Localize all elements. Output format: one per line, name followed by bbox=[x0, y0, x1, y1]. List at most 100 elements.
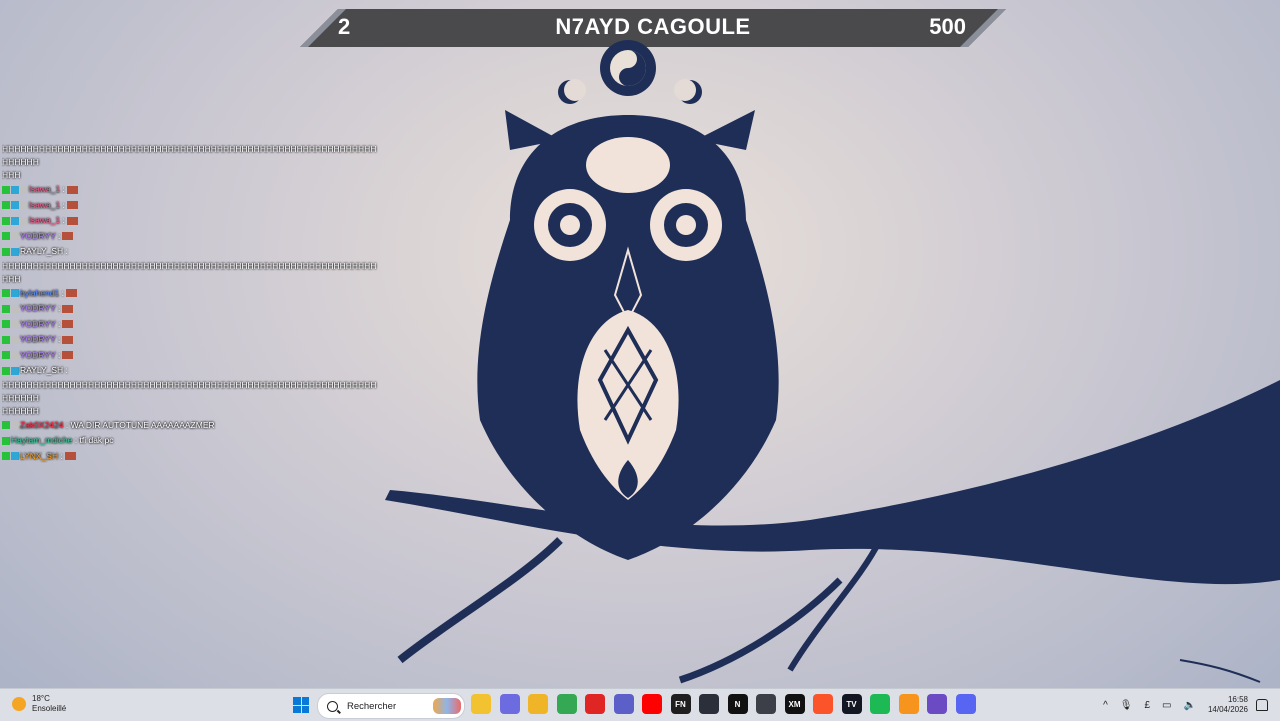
chat-message: lsawa_1 : bbox=[2, 198, 382, 214]
chat-username[interactable]: Zak0X2424 bbox=[20, 420, 63, 430]
chat-username[interactable]: bylahend1 bbox=[20, 288, 59, 298]
obs-icon[interactable] bbox=[927, 694, 947, 714]
app-icon-label: N bbox=[734, 699, 741, 709]
vip-badge-icon bbox=[11, 351, 19, 360]
pinned-apps: FN N XM TV bbox=[471, 694, 976, 714]
emote-icon bbox=[62, 335, 74, 344]
chat-message-text: : bbox=[60, 199, 65, 210]
emote-icon bbox=[65, 289, 77, 298]
volume-icon[interactable]: 🔈 bbox=[1184, 700, 1196, 711]
copilot-icon[interactable] bbox=[499, 694, 520, 714]
chat-username[interactable]: YODRYY bbox=[20, 334, 56, 344]
vip-badge-icon bbox=[20, 185, 28, 194]
chat-username[interactable]: RAYLY_SH bbox=[20, 365, 63, 375]
app-icon-label: XM bbox=[788, 699, 801, 709]
fortnite-icon[interactable]: FN bbox=[670, 694, 691, 714]
sub-badge-icon bbox=[11, 216, 19, 225]
brave-icon[interactable] bbox=[813, 694, 833, 714]
chat-username[interactable]: YODRYY bbox=[20, 319, 56, 329]
file-explorer-icon[interactable] bbox=[471, 694, 491, 714]
chat-message-text: HHHHHHHHHHHHHHHHHHHHHHHHHHHHHHHHHHHHHHHH… bbox=[2, 260, 377, 284]
chat-username[interactable]: LYNX_SH bbox=[20, 451, 58, 461]
chat-username[interactable]: Haytam_mdiche bbox=[11, 435, 72, 445]
chat-message: LYNX_SH : bbox=[2, 449, 382, 465]
xm-icon[interactable]: XM bbox=[784, 694, 805, 714]
clock-time: 16:58 bbox=[1227, 695, 1248, 704]
mod-badge-icon bbox=[2, 201, 10, 210]
chat-message-text: : bbox=[55, 334, 61, 344]
chat-message: HHHHHHHHHHHHHHHHHHHHHHHHHHHHHHHHHHHHHHHH… bbox=[2, 260, 382, 286]
chat-message-text: HHHHHH bbox=[2, 405, 39, 416]
chrome-icon[interactable] bbox=[556, 694, 577, 714]
gamepad-icon[interactable] bbox=[756, 694, 776, 714]
chat-username[interactable]: lsawa_1 bbox=[29, 184, 60, 194]
chat-message: lsawa_1 : bbox=[2, 213, 382, 229]
vip-badge-icon bbox=[20, 201, 28, 210]
chat-message: YODRYY : bbox=[2, 348, 382, 364]
taskbar-search-box[interactable]: Rechercher bbox=[317, 693, 465, 719]
app-icon-label: TV bbox=[846, 699, 857, 709]
clock-date: 14/04/2026 bbox=[1207, 705, 1248, 714]
chat-username[interactable]: YODRYY bbox=[20, 231, 56, 241]
chat-message-text: HHHHHHHHHHHHHHHHHHHHHHHHHHHHHHHHHHHHHHHH… bbox=[2, 144, 377, 167]
chat-username[interactable]: YODRYY bbox=[20, 303, 56, 313]
vip-badge-icon bbox=[20, 216, 28, 225]
weather-widget[interactable]: 18°C Ensoleillé bbox=[12, 694, 66, 714]
chat-message: YODRYY : bbox=[2, 229, 382, 245]
chevron-up-icon[interactable]: ^ bbox=[1103, 700, 1108, 711]
search-label: Rechercher bbox=[347, 700, 397, 712]
chat-username[interactable]: lsawa_1 bbox=[29, 200, 60, 210]
chat-message-text: : bbox=[60, 184, 65, 194]
clock[interactable]: 16:58 14/04/2026 bbox=[1208, 695, 1248, 715]
search-highlight-icon bbox=[433, 698, 461, 714]
chat-username[interactable]: YODRYY bbox=[20, 350, 56, 360]
chat-username[interactable]: RAYLY_SH bbox=[20, 246, 63, 256]
mod-badge-icon bbox=[2, 289, 10, 298]
sun-icon bbox=[12, 697, 26, 711]
acrobat-icon[interactable] bbox=[585, 694, 605, 714]
emote-icon bbox=[66, 201, 78, 210]
fl-studio-icon[interactable] bbox=[898, 694, 919, 714]
discord-icon[interactable] bbox=[955, 694, 976, 714]
notification-bell-icon[interactable] bbox=[1256, 699, 1268, 711]
chat-message: bylahend1 : bbox=[2, 286, 382, 302]
chat-message: HHHHHHHHHHHHHHHHHHHHHHHHHHHHHHHHHHHHHHHH… bbox=[2, 143, 382, 169]
chat-message-text: : bbox=[55, 349, 61, 360]
sub-badge-icon bbox=[11, 185, 19, 194]
windows-start-icon[interactable] bbox=[293, 697, 309, 713]
keyboard-language[interactable]: £ bbox=[1144, 700, 1150, 711]
youtube-icon[interactable] bbox=[642, 694, 662, 714]
network-icon[interactable]: ▭ bbox=[1162, 700, 1171, 711]
folder-icon[interactable] bbox=[528, 694, 548, 714]
taskbar: 18°C Ensoleillé Rechercher FN N XM TV ^ 🎙 £… bbox=[0, 688, 1280, 721]
chat-message: Zak0X2424 : WA DIR AUTOTUNE AAAAAAAZMER bbox=[2, 418, 382, 434]
mod-badge-icon bbox=[2, 185, 10, 194]
vip-badge-icon bbox=[11, 335, 19, 344]
chat-message: HHHHHHHHHHHHHHHHHHHHHHHHHHHHHHHHHHHHHHHH… bbox=[2, 379, 382, 405]
mod-badge-icon bbox=[2, 421, 10, 430]
weather-description: Ensoleillé bbox=[32, 704, 67, 713]
system-tray: ^ 🎙 £ ▭ 🔈 16:58 14/04/2026 bbox=[1097, 689, 1280, 721]
search-icon bbox=[327, 700, 338, 712]
teams-icon[interactable] bbox=[613, 694, 634, 714]
mod-badge-icon bbox=[2, 320, 10, 329]
tradingview-icon[interactable]: TV bbox=[841, 694, 862, 714]
sub-badge-icon bbox=[11, 289, 19, 298]
microphone-icon[interactable]: 🎙 bbox=[1120, 700, 1133, 711]
mod-badge-icon bbox=[2, 452, 10, 461]
mod-badge-icon bbox=[2, 304, 10, 313]
chat-message: HHH bbox=[2, 169, 382, 182]
chat-message: RAYLY_SH : bbox=[2, 363, 382, 379]
emote-icon bbox=[64, 452, 76, 461]
chat-message: HHHHHH bbox=[2, 405, 382, 418]
chat-message: Haytam_mdiche : tfi dak pc bbox=[2, 433, 382, 449]
steam-icon[interactable] bbox=[699, 694, 719, 714]
mod-badge-icon bbox=[2, 247, 10, 256]
mod-badge-icon bbox=[2, 216, 10, 225]
chat-message-text: : bbox=[63, 365, 68, 375]
chat-username[interactable]: lsawa_1 bbox=[29, 215, 60, 225]
emote-icon bbox=[62, 320, 74, 329]
netflix-icon[interactable]: N bbox=[727, 694, 748, 714]
vip-badge-icon bbox=[11, 232, 19, 241]
spotify-like-icon[interactable] bbox=[870, 694, 890, 714]
